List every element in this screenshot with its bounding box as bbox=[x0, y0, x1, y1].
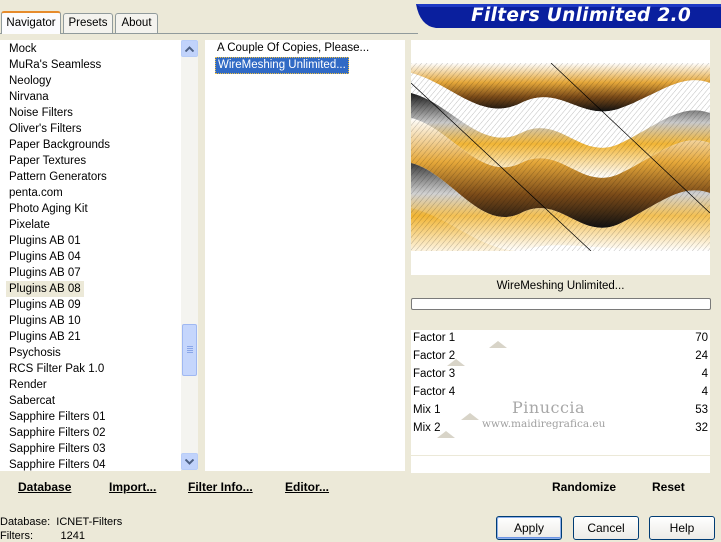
category-item[interactable]: Sapphire Filters 02 bbox=[9, 425, 106, 441]
preview-image bbox=[411, 63, 710, 251]
category-list[interactable]: Mock MuRa's Seamless Neology Nirvana Noise F… bbox=[0, 40, 181, 471]
category-item[interactable]: Nirvana bbox=[9, 89, 49, 105]
param-slider-row[interactable]: Factor 2 24 bbox=[411, 348, 710, 366]
category-item[interactable]: Sapphire Filters 03 bbox=[9, 441, 106, 457]
status-database-label: Database: bbox=[0, 516, 51, 528]
category-item[interactable]: MuRa's Seamless bbox=[9, 57, 101, 73]
status-filters: Filters: 1241 bbox=[0, 530, 85, 542]
category-item[interactable]: Paper Textures bbox=[9, 153, 86, 169]
category-item[interactable]: Mock bbox=[9, 41, 36, 57]
filter-item[interactable]: A Couple Of Copies, Please... bbox=[215, 41, 371, 56]
watermark-name: Pinuccia bbox=[512, 398, 586, 417]
progress-bar bbox=[411, 298, 711, 310]
tab-about[interactable]: About bbox=[115, 13, 158, 33]
chevron-up-icon bbox=[185, 45, 194, 52]
param-value: 4 bbox=[701, 386, 708, 398]
param-label: Mix 1 bbox=[413, 404, 441, 416]
category-item[interactable]: Render bbox=[9, 377, 47, 393]
tab-navigator[interactable]: Navigator bbox=[1, 11, 61, 34]
category-item[interactable]: Psychosis bbox=[9, 345, 61, 361]
tab-presets[interactable]: Presets bbox=[63, 13, 113, 33]
slider-marker[interactable] bbox=[437, 431, 455, 438]
param-value: 4 bbox=[701, 368, 708, 380]
slider-marker[interactable] bbox=[489, 341, 507, 348]
cancel-button[interactable]: Cancel bbox=[573, 516, 639, 540]
tab-strip: Navigator Presets About bbox=[0, 11, 418, 35]
filter-list[interactable] bbox=[205, 40, 405, 471]
scroll-thumb[interactable] bbox=[182, 324, 197, 376]
import-button[interactable]: Import... bbox=[109, 480, 156, 494]
category-item[interactable]: Neology bbox=[9, 73, 51, 89]
filter-item-selected[interactable]: WireMeshing Unlimited... bbox=[215, 57, 349, 74]
param-label: Factor 3 bbox=[413, 368, 456, 380]
category-item[interactable]: Pattern Generators bbox=[9, 169, 107, 185]
category-item[interactable]: Plugins AB 01 bbox=[9, 233, 81, 249]
scroll-up-button[interactable] bbox=[181, 40, 198, 57]
category-item[interactable]: Noise Filters bbox=[9, 105, 73, 121]
category-item[interactable]: Plugins AB 10 bbox=[9, 313, 81, 329]
category-scrollbar[interactable] bbox=[181, 40, 198, 470]
filter-info-button[interactable]: Filter Info... bbox=[188, 480, 253, 494]
category-item[interactable]: Plugins AB 21 bbox=[9, 329, 81, 345]
param-value: 32 bbox=[695, 422, 708, 434]
param-value: 70 bbox=[695, 332, 708, 344]
param-empty-row bbox=[411, 438, 710, 455]
category-item[interactable]: Plugins AB 07 bbox=[9, 265, 81, 281]
category-item[interactable]: Pixelate bbox=[9, 217, 50, 233]
category-item[interactable]: penta.com bbox=[9, 185, 63, 201]
status-database-value: ICNET-Filters bbox=[56, 516, 123, 528]
category-item[interactable]: Sapphire Filters 04 bbox=[9, 457, 106, 473]
param-slider-row[interactable]: Factor 3 4 bbox=[411, 366, 710, 384]
param-label: Factor 1 bbox=[413, 332, 456, 344]
help-button[interactable]: Help bbox=[649, 516, 715, 540]
editor-button[interactable]: Editor... bbox=[285, 480, 329, 494]
apply-button[interactable]: Apply bbox=[496, 516, 562, 540]
category-item[interactable]: Sabercat bbox=[9, 393, 55, 409]
slider-marker[interactable] bbox=[461, 413, 479, 420]
watermark-url: www.maidiregrafica.eu bbox=[482, 418, 606, 430]
reset-button[interactable]: Reset bbox=[652, 480, 685, 494]
param-slider-row[interactable]: Factor 1 70 bbox=[411, 330, 710, 348]
param-spacer bbox=[411, 310, 710, 330]
tab-divider bbox=[0, 33, 418, 34]
category-item[interactable]: Plugins AB 09 bbox=[9, 297, 81, 313]
category-item[interactable]: Oliver's Filters bbox=[9, 121, 81, 137]
randomize-button[interactable]: Randomize bbox=[552, 480, 616, 494]
database-button[interactable]: Database bbox=[18, 480, 71, 494]
status-database: Database: ICNET-Filters bbox=[0, 516, 122, 528]
category-item[interactable]: Photo Aging Kit bbox=[9, 201, 88, 217]
status-filters-value: 1241 bbox=[60, 530, 85, 542]
scroll-down-button[interactable] bbox=[181, 453, 198, 470]
param-value: 24 bbox=[695, 350, 708, 362]
category-item[interactable]: RCS Filter Pak 1.0 bbox=[9, 361, 104, 377]
category-item[interactable]: Paper Backgrounds bbox=[9, 137, 110, 153]
chevron-down-icon bbox=[185, 458, 194, 465]
slider-marker[interactable] bbox=[447, 359, 465, 366]
category-item[interactable]: Plugins AB 04 bbox=[9, 249, 81, 265]
app-banner: Filters Unlimited 2.0 bbox=[416, 4, 721, 28]
param-empty-row bbox=[411, 456, 710, 473]
status-filters-label: Filters: bbox=[0, 530, 33, 542]
category-item-selected[interactable]: Plugins AB 08 bbox=[6, 281, 84, 297]
param-value: 53 bbox=[695, 404, 708, 416]
category-item[interactable]: Sapphire Filters 01 bbox=[9, 409, 106, 425]
param-label: Factor 4 bbox=[413, 386, 456, 398]
app-title: Filters Unlimited 2.0 bbox=[471, 5, 691, 26]
preview-caption: WireMeshing Unlimited... bbox=[411, 275, 710, 297]
